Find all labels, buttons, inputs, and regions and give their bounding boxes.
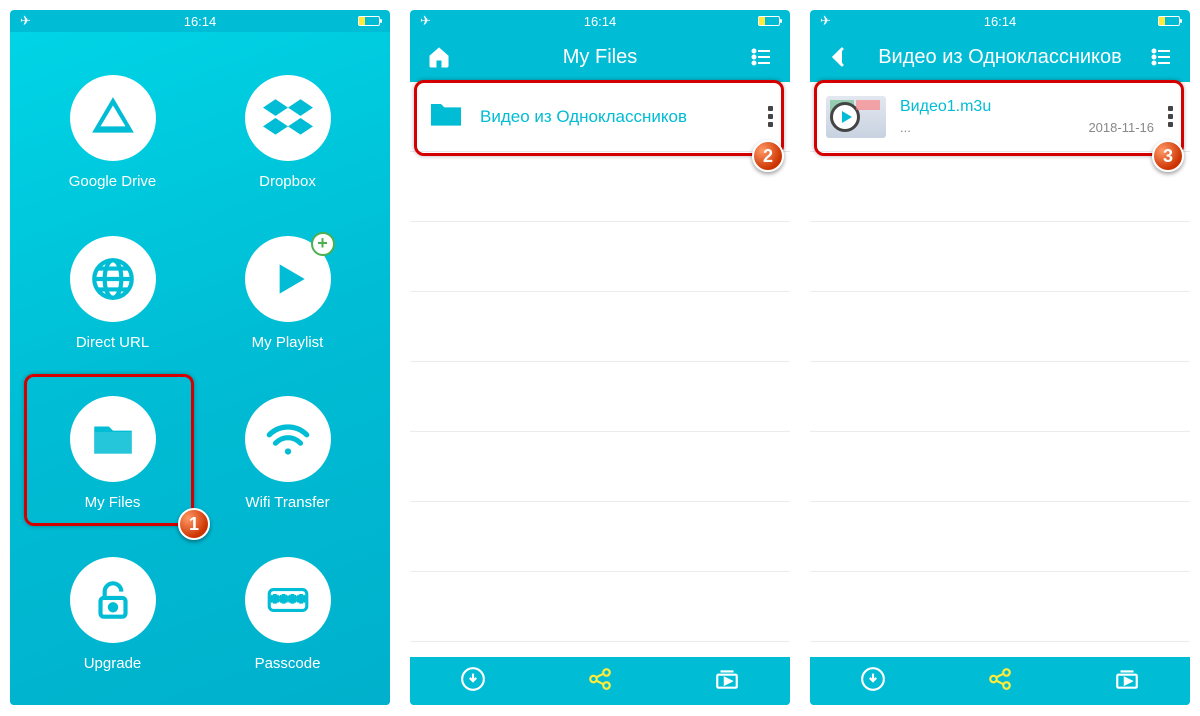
nav-title: Видео из Одноклассников	[854, 46, 1146, 69]
grid-label: Passcode	[255, 655, 321, 672]
tab-downloads[interactable]	[860, 666, 886, 697]
folder-icon	[70, 396, 156, 482]
grid-my-playlist[interactable]: + My Playlist	[205, 223, 370, 364]
tab-downloads[interactable]	[460, 666, 486, 697]
grid-direct-url[interactable]: Direct URL	[30, 223, 195, 364]
empty-area	[810, 152, 1190, 657]
grid-label: Dropbox	[259, 173, 316, 190]
clock: 16:14	[584, 14, 617, 29]
grid-label: Wifi Transfer	[245, 494, 329, 511]
phone-screen-2: ✈ 16:14 My Files Видео из Одноклассников…	[410, 10, 790, 705]
grid-dropbox[interactable]: Dropbox	[205, 62, 370, 203]
folder-row[interactable]: Видео из Одноклассников	[410, 82, 790, 152]
grid-my-files[interactable]: My Files	[30, 384, 195, 525]
grid-google-drive[interactable]: Google Drive	[30, 62, 195, 203]
lock-icon	[70, 557, 156, 643]
file-row[interactable]: Видео1.m3u ... 2018-11-16	[810, 82, 1190, 152]
folder-icon	[426, 94, 466, 139]
home-grid: Google Drive Dropbox Direct URL + My Pla…	[10, 32, 390, 705]
tab-player[interactable]	[714, 666, 740, 697]
file-name: Видео1.m3u	[900, 98, 1154, 116]
globe-icon	[70, 236, 156, 322]
grid-label: My Playlist	[252, 334, 324, 351]
svg-text:****: ****	[270, 593, 305, 610]
airplane-mode-icon: ✈	[820, 13, 831, 29]
wifi-icon	[245, 396, 331, 482]
step-badge-3: 3	[1152, 140, 1184, 172]
nav-bar: Видео из Одноклассников	[810, 32, 1190, 82]
grid-wifi-transfer[interactable]: Wifi Transfer	[205, 384, 370, 525]
clock: 16:14	[184, 14, 217, 29]
battery-icon	[758, 16, 780, 26]
nav-title: My Files	[454, 46, 746, 69]
grid-label: Google Drive	[69, 173, 157, 190]
passcode-icon: ****	[245, 557, 331, 643]
phone-screen-3: ✈ 16:14 Видео из Одноклассников Видео1.m…	[810, 10, 1190, 705]
play-icon	[830, 102, 860, 132]
grid-upgrade[interactable]: Upgrade	[30, 544, 195, 685]
file-date: 2018-11-16	[1088, 120, 1154, 135]
back-icon[interactable]	[824, 45, 854, 69]
grid-label: Upgrade	[84, 655, 142, 672]
plus-badge-icon: +	[311, 232, 335, 256]
more-icon[interactable]	[768, 106, 774, 127]
battery-icon	[358, 16, 380, 26]
empty-area	[410, 152, 790, 657]
video-thumbnail	[826, 96, 886, 138]
step-badge-1: 1	[178, 508, 210, 540]
folder-name: Видео из Одноклассников	[480, 107, 754, 127]
home-icon[interactable]	[424, 45, 454, 69]
grid-label: Direct URL	[76, 334, 149, 351]
bottom-tabs	[410, 657, 790, 705]
more-icon[interactable]	[1168, 106, 1174, 127]
google-drive-icon	[70, 75, 156, 161]
status-bar: ✈ 16:14	[410, 10, 790, 32]
file-sub: ...	[900, 120, 911, 135]
step-badge-2: 2	[752, 140, 784, 172]
play-icon: +	[245, 236, 331, 322]
nav-bar: My Files	[410, 32, 790, 82]
airplane-mode-icon: ✈	[20, 13, 31, 29]
status-bar: ✈ 16:14	[10, 10, 390, 32]
status-bar: ✈ 16:14	[810, 10, 1190, 32]
clock: 16:14	[984, 14, 1017, 29]
tab-share[interactable]	[587, 666, 613, 697]
grid-passcode[interactable]: **** Passcode	[205, 544, 370, 685]
list-menu-icon[interactable]	[746, 45, 776, 69]
grid-label: My Files	[85, 494, 141, 511]
tab-player[interactable]	[1114, 666, 1140, 697]
battery-icon	[1158, 16, 1180, 26]
airplane-mode-icon: ✈	[420, 13, 431, 29]
tab-share[interactable]	[987, 666, 1013, 697]
phone-screen-1: ✈ 16:14 Google Drive Dropbox Direct URL	[10, 10, 390, 705]
file-list: Видео из Одноклассников 2	[410, 82, 790, 657]
bottom-tabs	[810, 657, 1190, 705]
dropbox-icon	[245, 75, 331, 161]
file-list: Видео1.m3u ... 2018-11-16 3	[810, 82, 1190, 657]
list-menu-icon[interactable]	[1146, 45, 1176, 69]
